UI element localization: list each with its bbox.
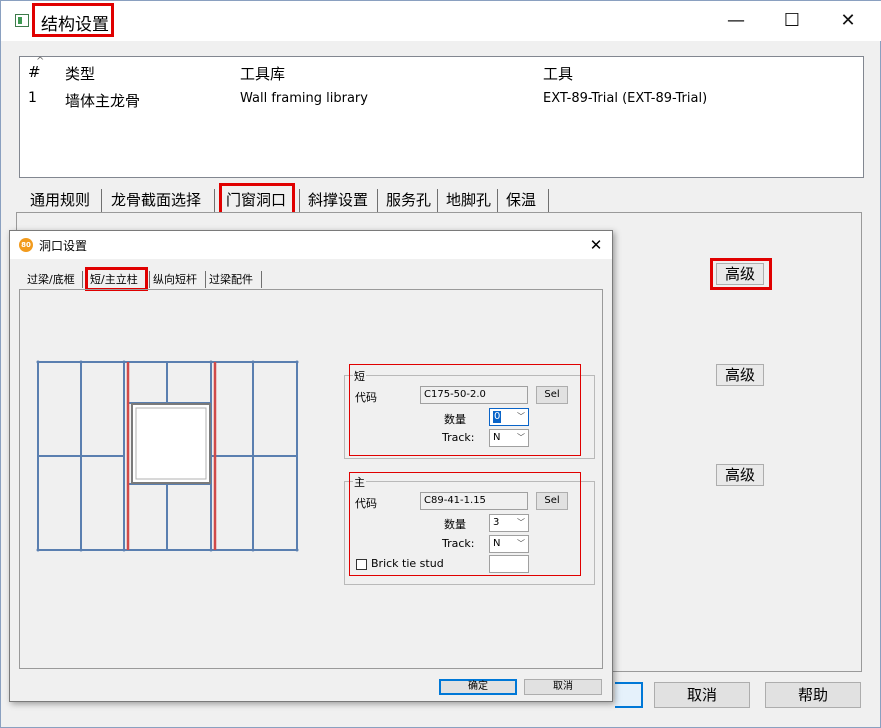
tab-divider: [299, 189, 300, 213]
tab-divider: [149, 271, 150, 288]
advanced-button-3[interactable]: 高级: [716, 464, 764, 486]
main-qty-select[interactable]: 3 ﹀: [489, 514, 529, 532]
short-qty-select[interactable]: 0 ﹀: [489, 408, 529, 426]
tool-list[interactable]: ^ # 类型 工具库 工具 1 墙体主龙骨 Wall framing libra…: [19, 56, 864, 178]
short-track-value: N: [493, 432, 501, 443]
brick-tie-field[interactable]: [489, 555, 529, 573]
chevron-down-icon: ﹀: [517, 518, 525, 527]
table-row[interactable]: 1 墙体主龙骨 Wall framing library EXT-89-Tria…: [20, 57, 863, 112]
tab-bracing[interactable]: 斜撑设置: [308, 189, 368, 213]
help-button[interactable]: 帮助: [765, 682, 861, 708]
tab-lintel-accessories[interactable]: 过梁配件: [209, 271, 253, 289]
ok-button-edge[interactable]: [615, 682, 643, 708]
tab-divider: [377, 189, 378, 213]
short-track-label: Track:: [442, 431, 475, 444]
chevron-down-icon: ﹀: [517, 539, 525, 548]
short-qty-value: 0: [493, 411, 502, 423]
app-logo-icon: 80: [19, 238, 33, 252]
tab-service-holes[interactable]: 服务孔: [386, 189, 431, 213]
tab-divider: [261, 271, 262, 288]
row-type: 墙体主龙骨: [65, 92, 141, 110]
tab-lintel-frame[interactable]: 过梁/底框: [27, 271, 75, 289]
row-tool: EXT-89-Trial (EXT-89-Trial): [543, 91, 708, 106]
advanced-button-2[interactable]: 高级: [716, 364, 764, 386]
tab-anchor-holes[interactable]: 地脚孔: [446, 189, 491, 213]
dialog-ok-button[interactable]: 确定: [439, 679, 517, 695]
stud-tab-highlight: [85, 267, 148, 291]
row-library: Wall framing library: [240, 91, 368, 106]
tab-insulation[interactable]: 保温: [506, 189, 536, 213]
tab-general-rules[interactable]: 通用规则: [30, 189, 90, 213]
tab-divider: [101, 189, 102, 213]
short-sel-button[interactable]: Sel: [536, 386, 568, 404]
main-code-field[interactable]: C89-41-1.15: [420, 492, 528, 510]
minimize-button[interactable]: —: [711, 1, 761, 41]
chevron-down-icon: ﹀: [517, 433, 525, 442]
tab-divider: [214, 189, 215, 213]
row-index: 1: [28, 90, 37, 106]
wall-frame-preview: [36, 360, 299, 552]
close-button[interactable]: ✕: [823, 1, 873, 41]
title-highlight: [32, 3, 114, 37]
tab-section-select[interactable]: 龙骨截面选择: [111, 189, 201, 213]
tab-divider: [82, 271, 83, 288]
tab-divider: [497, 189, 498, 213]
brick-tie-label: Brick tie stud: [371, 557, 444, 570]
advanced-highlight: [710, 258, 772, 290]
cancel-button[interactable]: 取消: [654, 682, 750, 708]
title-bar: 结构设置 — ☐ ✕: [1, 1, 881, 41]
short-track-select[interactable]: N ﹀: [489, 429, 529, 447]
main-track-label: Track:: [442, 537, 475, 550]
tab-divider: [437, 189, 438, 213]
dialog-close-icon[interactable]: ✕: [584, 233, 608, 257]
main-code-label: 代码: [355, 497, 377, 510]
main-track-select[interactable]: N ﹀: [489, 535, 529, 553]
tab-divider: [205, 271, 206, 288]
short-code-field[interactable]: C175-50-2.0: [420, 386, 528, 404]
app-icon: [15, 14, 29, 27]
main-qty-value: 3: [493, 517, 500, 528]
openings-tab-highlight: [219, 183, 295, 215]
dialog-cancel-button[interactable]: 取消: [524, 679, 602, 695]
main-qty-label: 数量: [444, 518, 466, 531]
brick-tie-checkbox[interactable]: [356, 559, 367, 570]
tab-divider: [548, 189, 549, 213]
tab-vertical-short[interactable]: 纵向短杆: [153, 271, 197, 289]
chevron-down-icon: ﹀: [517, 412, 525, 421]
maximize-button[interactable]: ☐: [767, 1, 817, 41]
short-code-label: 代码: [355, 391, 377, 404]
dialog-title: 洞口设置: [39, 239, 88, 253]
main-sel-button[interactable]: Sel: [536, 492, 568, 510]
main-track-value: N: [493, 538, 501, 549]
opening-settings-dialog: 80 洞口设置 ✕ 过梁/底框 短/主立柱 纵向短杆 过梁配件 短 代码 C17…: [9, 230, 613, 702]
short-qty-label: 数量: [444, 413, 466, 426]
dialog-title-bar: 80 洞口设置 ✕: [10, 231, 612, 259]
